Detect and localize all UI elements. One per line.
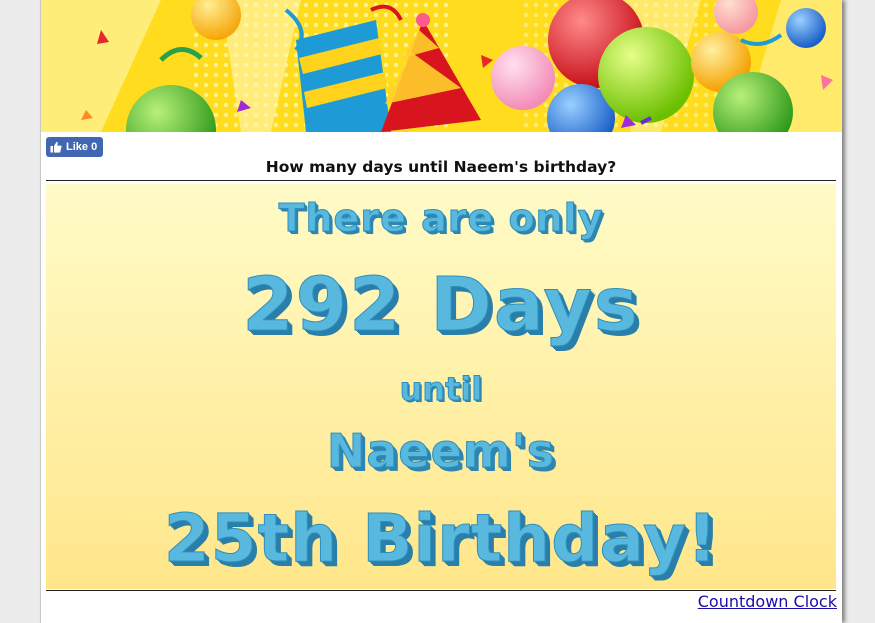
facebook-like-label: Like 0	[66, 141, 98, 153]
countdown-clock-link[interactable]: Countdown Clock	[698, 592, 837, 611]
page-title: How many days until Naeem's birthday?	[46, 156, 836, 181]
birthday-ordinal-text: 25th Birthday!	[163, 500, 719, 578]
countdown-until-text: until	[399, 370, 483, 409]
countdown-panel: There are only 292 Days until Naeem's 25…	[46, 184, 836, 589]
divider	[46, 590, 836, 591]
days-remaining-text: 292 Days	[242, 262, 640, 349]
birthday-banner-image	[41, 0, 842, 132]
thumbs-up-icon	[50, 141, 62, 153]
facebook-like-button[interactable]: Like 0	[46, 137, 104, 157]
countdown-intro-text: There are only	[278, 196, 604, 241]
page-container: Like 0 How many days until Naeem's birth…	[40, 0, 842, 623]
person-name-text: Naeem's	[326, 424, 556, 479]
